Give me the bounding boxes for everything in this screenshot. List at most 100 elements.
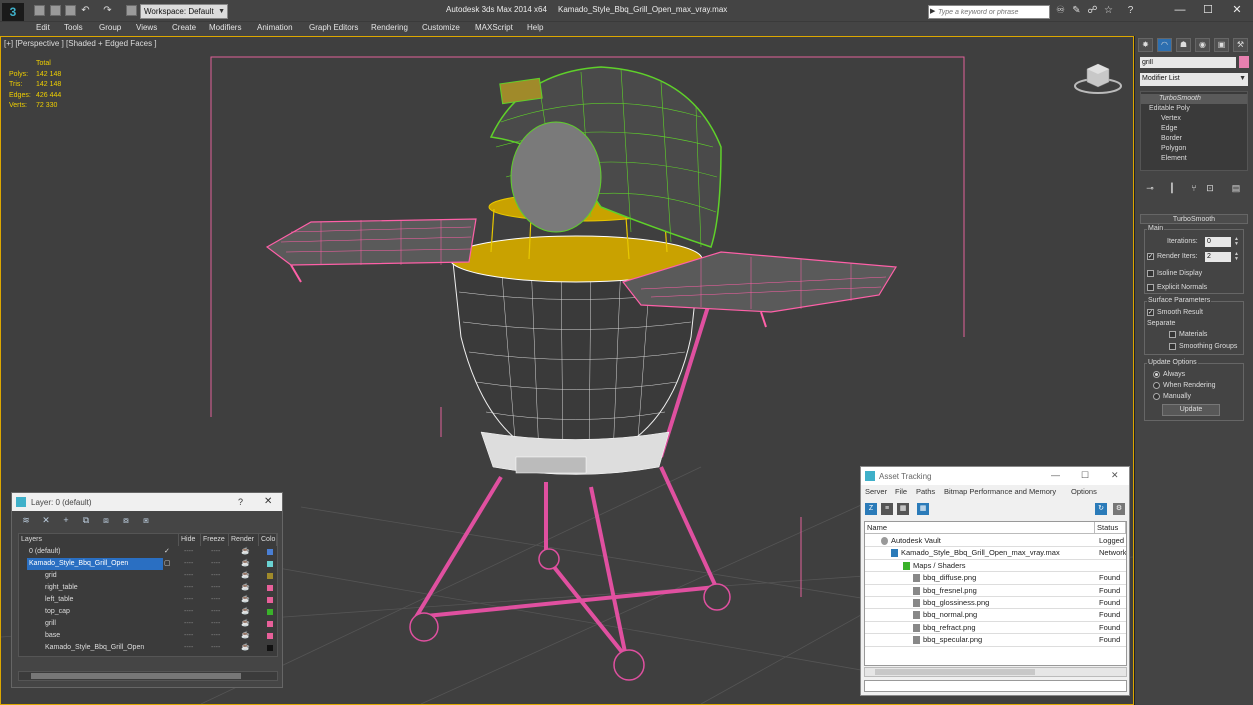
menu-create[interactable]: Create — [172, 23, 196, 32]
render-toggle-icon[interactable]: ☕ — [241, 582, 251, 594]
pin-stack-icon[interactable]: ⊸ — [1144, 182, 1156, 194]
col-hide[interactable]: Hide — [179, 534, 201, 546]
vault-icon[interactable]: Z — [865, 503, 877, 515]
modify-tab-icon[interactable]: ◠ — [1157, 38, 1172, 52]
layer-color-swatch[interactable] — [267, 597, 273, 603]
close-icon[interactable]: ✕ — [1222, 2, 1252, 18]
render-toggle-icon[interactable]: ☕ — [241, 642, 251, 654]
remove-modifier-icon[interactable]: ⊡ — [1204, 182, 1216, 194]
active-layer-icon[interactable]: ▢ — [164, 558, 178, 570]
motion-tab-icon[interactable]: ◉ — [1195, 38, 1210, 52]
redo-icon[interactable]: ↷ — [102, 5, 113, 17]
layer-row[interactable]: right_table ---- ---- ☕ — [19, 582, 277, 594]
tools-icon[interactable]: ✎ — [1071, 5, 1082, 17]
iterations-spinner[interactable]: 0 — [1205, 237, 1231, 247]
show-end-result-icon[interactable]: ┃ — [1166, 182, 1178, 194]
freeze-toggle[interactable]: ---- — [211, 570, 225, 582]
object-name-input[interactable] — [1140, 57, 1236, 68]
app-logo-icon[interactable]: 3 — [2, 3, 24, 21]
freeze-toggle[interactable]: ---- — [211, 594, 225, 606]
render-toggle-icon[interactable]: ☕ — [241, 570, 251, 582]
close-icon[interactable]: ✕ — [1111, 470, 1119, 481]
render-iters-checkbox[interactable]: ✓ — [1147, 253, 1154, 260]
delete-layer-icon[interactable]: ✕ — [40, 514, 52, 526]
settings-icon[interactable]: ⚙ — [1113, 503, 1125, 515]
layer-color-swatch[interactable] — [267, 561, 273, 567]
menu-animation[interactable]: Animation — [257, 23, 293, 32]
asset-menu-bitmap[interactable]: Bitmap Performance and Memory — [944, 487, 1056, 496]
star-icon[interactable]: ☆ — [1103, 5, 1114, 17]
asset-row[interactable]: Kamado_Style_Bbq_Grill_Open_max_vray.max… — [865, 547, 1126, 560]
make-unique-icon[interactable]: ⑂ — [1188, 182, 1200, 194]
menu-modifiers[interactable]: Modifiers — [209, 23, 241, 32]
isoline-checkbox[interactable] — [1147, 270, 1154, 277]
scrollbar-thumb[interactable] — [31, 673, 241, 679]
iterations-arrows-icon[interactable]: ▲ ▼ — [1234, 237, 1239, 247]
layer-window-titlebar[interactable]: Layer: 0 (default) ? ✕ — [12, 493, 282, 511]
hide-toggle[interactable]: ---- — [184, 546, 198, 558]
highlight-layer-icon[interactable]: ⧇ — [120, 514, 132, 526]
manually-radio[interactable] — [1153, 393, 1160, 400]
asset-row[interactable]: Autodesk Vault Logged — [865, 535, 1126, 548]
stack-item-edge[interactable]: Edge — [1141, 124, 1247, 134]
search-box[interactable]: ▶ — [928, 5, 1050, 19]
freeze-toggle[interactable]: ---- — [211, 582, 225, 594]
asset-row[interactable]: bbq_fresnel.png Found — [865, 585, 1126, 597]
asset-menu-server[interactable]: Server — [865, 487, 887, 496]
maximize-icon[interactable]: ☐ — [1081, 470, 1089, 481]
project-folder-icon[interactable] — [126, 5, 137, 16]
hide-toggle[interactable]: ---- — [184, 642, 198, 654]
close-icon[interactable]: ✕ — [264, 496, 272, 507]
layer-row[interactable]: left_table ---- ---- ☕ — [19, 594, 277, 606]
layer-color-swatch[interactable] — [267, 573, 273, 579]
hide-toggle[interactable]: ---- — [184, 594, 198, 606]
maximize-icon[interactable]: ☐ — [1193, 2, 1223, 18]
col-layers[interactable]: Layers — [19, 534, 179, 546]
asset-row[interactable]: bbq_diffuse.png Found — [865, 572, 1126, 585]
asset-row[interactable]: bbq_refract.png Found — [865, 622, 1126, 635]
always-radio[interactable] — [1153, 371, 1160, 378]
active-layer-check-icon[interactable]: ✓ — [164, 546, 178, 558]
col-color[interactable]: Colo — [259, 534, 277, 546]
object-color-swatch[interactable] — [1239, 56, 1249, 68]
viewcube-icon[interactable] — [1073, 59, 1123, 95]
help-icon[interactable]: ? — [1125, 5, 1136, 17]
binoculars-icon[interactable]: ♾ — [1055, 5, 1066, 17]
configure-sets-icon[interactable]: ▤ — [1230, 182, 1242, 194]
exchange-icon[interactable]: ☍ — [1087, 5, 1098, 17]
scrollbar-thumb[interactable] — [875, 669, 1035, 675]
asset-row[interactable]: bbq_normal.png Found — [865, 609, 1126, 622]
smoothing-groups-checkbox[interactable] — [1169, 343, 1176, 350]
freeze-toggle[interactable]: ---- — [211, 618, 225, 630]
asset-menu-paths[interactable]: Paths — [916, 487, 935, 496]
menu-customize[interactable]: Customize — [422, 23, 460, 32]
add-selection-icon[interactable]: ⧉ — [80, 514, 92, 526]
asset-menu-options[interactable]: Options — [1071, 487, 1097, 496]
menu-edit[interactable]: Edit — [36, 23, 50, 32]
minimize-icon[interactable]: — — [1051, 470, 1060, 480]
minimize-icon[interactable]: — — [1165, 2, 1195, 18]
stack-item-vertex[interactable]: Vertex — [1141, 114, 1247, 124]
layer-row[interactable]: grid ---- ---- ☕ — [19, 570, 277, 582]
hierarchy-tab-icon[interactable]: ☗ — [1176, 38, 1191, 52]
search-input[interactable] — [938, 6, 1048, 18]
hide-toggle[interactable]: ---- — [184, 582, 198, 594]
table-icon[interactable]: ▦ — [897, 503, 909, 515]
list-icon[interactable]: ≡ — [881, 503, 893, 515]
asset-path-field[interactable] — [864, 680, 1127, 692]
layer-color-swatch[interactable] — [267, 585, 273, 591]
refresh-icon[interactable]: ↻ — [1095, 503, 1107, 515]
menu-help[interactable]: Help — [527, 23, 543, 32]
smooth-result-checkbox[interactable]: ✓ — [1147, 309, 1154, 316]
menu-group[interactable]: Group — [99, 23, 121, 32]
menu-maxscript[interactable]: MAXScript — [475, 23, 513, 32]
layer-color-swatch[interactable] — [267, 633, 273, 639]
open-file-icon[interactable] — [50, 5, 61, 16]
hide-toggle[interactable]: ---- — [184, 618, 198, 630]
freeze-toggle[interactable]: ---- — [211, 630, 225, 642]
render-toggle-icon[interactable]: ☕ — [241, 606, 251, 618]
col-name[interactable]: Name — [865, 522, 1095, 534]
menu-graph-editors[interactable]: Graph Editors — [309, 23, 358, 32]
grid-view-icon[interactable]: ▦ — [917, 503, 929, 515]
asset-row[interactable]: Maps / Shaders — [865, 560, 1126, 573]
